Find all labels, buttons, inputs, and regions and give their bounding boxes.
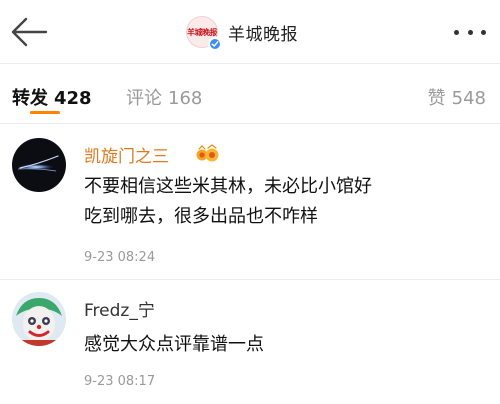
more-horizontal-icon	[454, 29, 459, 35]
tab-repost[interactable]: 转发 428	[12, 84, 92, 110]
tab-comment-label: 评论	[126, 88, 162, 109]
comment-text-line: 感觉大众点评靠谱一点	[84, 334, 264, 355]
list-item[interactable]: 凯旋门之三 不要相信这些米其林，未必比小馆好 吃到哪去，很多出品也不咋样 9-2…	[0, 124, 500, 280]
list-item[interactable]: Fredz_宁 感觉大众点评靠谱一点 9-23 08:17	[0, 280, 500, 404]
more-horizontal-icon	[481, 29, 486, 35]
tab-repost-label: 转发	[12, 88, 48, 109]
more-horizontal-icon	[467, 29, 473, 35]
tab-like-count: 548	[451, 88, 486, 109]
timestamp: 9-23 08:24	[84, 250, 156, 265]
more-options-button[interactable]	[448, 20, 492, 44]
repost-detail-page: 羊城晚报 羊城晚报 转发 428 评论 168 赞 548 凯旋门之三 不要相信…	[0, 0, 500, 404]
comment-text-line: 吃到哪去，很多出品也不咋样	[84, 206, 318, 227]
avatar[interactable]	[12, 138, 66, 192]
tab-comment[interactable]: 评论 168	[126, 84, 202, 110]
account-header[interactable]: 羊城晚报 羊城晚报	[186, 14, 298, 51]
username[interactable]: 凯旋门之三	[84, 142, 169, 167]
tab-comment-count: 168	[168, 88, 203, 109]
timestamp: 9-23 08:17	[84, 374, 156, 389]
comment-text: 感觉大众点评靠谱一点	[84, 330, 484, 360]
avatar[interactable]	[12, 292, 66, 346]
comment-text-line: 不要相信这些米其林，未必比小馆好	[84, 176, 372, 197]
comment-text: 不要相信这些米其林，未必比小馆好 吃到哪去，很多出品也不咋样	[84, 172, 484, 232]
top-nav-bar: 羊城晚报 羊城晚报	[0, 0, 500, 64]
account-name[interactable]: 羊城晚报	[228, 20, 298, 45]
brand-logo-text: 羊城晚报	[187, 26, 217, 37]
tab-like-label: 赞	[427, 88, 446, 109]
verified-badge-icon	[208, 37, 222, 51]
tab-repost-count: 428	[54, 88, 92, 109]
active-tab-indicator	[30, 111, 60, 114]
vip-crown-icon	[196, 144, 219, 162]
arrow-left-icon	[11, 17, 48, 47]
account-avatar[interactable]: 羊城晚报	[186, 16, 222, 51]
interaction-tabs: 转发 428 评论 168 赞 548	[0, 64, 500, 124]
username[interactable]: Fredz_宁	[84, 296, 155, 321]
back-button[interactable]	[6, 12, 50, 52]
tab-like[interactable]: 赞 548	[428, 84, 486, 110]
